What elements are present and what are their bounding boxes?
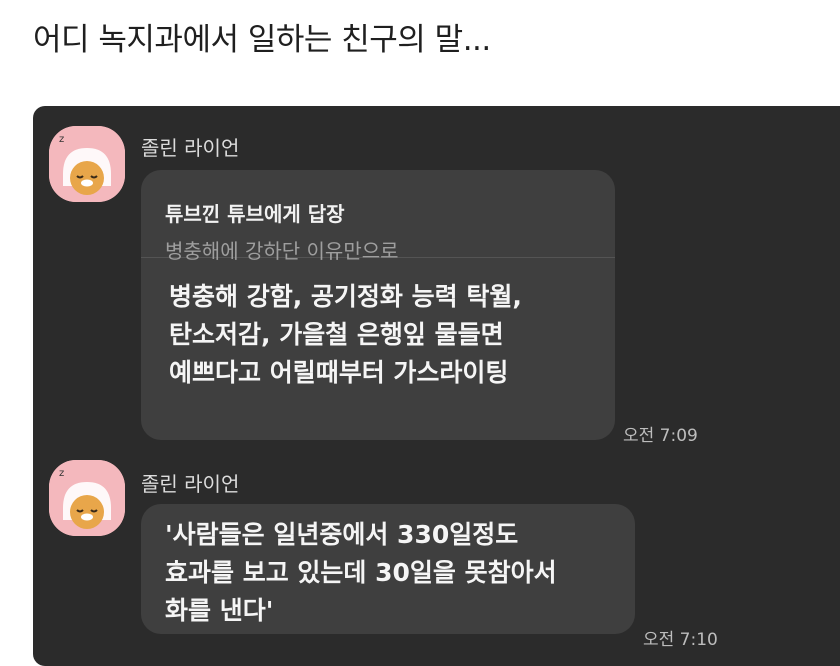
post-title: 어디 녹지과에서 일하는 친구의 말... — [33, 22, 491, 58]
message-time: 오전 7:09 — [623, 426, 698, 446]
message-line: '사람들은 일년중에서 330일정도 — [165, 520, 519, 549]
svg-text:z: z — [59, 468, 64, 479]
sender-avatar[interactable]: z — [49, 126, 125, 202]
message-bubble-1[interactable]: 튜브낀 튜브에게 답장 병충해에 강하단 이유만으로 병충해 강함, 공기정화 … — [141, 170, 615, 440]
reply-header: 튜브낀 튜브에게 답장 병충해에 강하단 이유만으로 — [141, 170, 615, 263]
reply-to-label: 튜브낀 튜브에게 답장 — [165, 202, 345, 226]
sender-name: 졸린 라이언 — [141, 136, 240, 160]
message-line: 병충해 강함, 공기정화 능력 탁월, — [169, 282, 522, 311]
message-line: 탄소저감, 가을철 은행잎 물들면 — [169, 320, 504, 349]
svg-text:z: z — [59, 134, 64, 145]
message-line: 효과를 보고 있는데 30일을 못참아서 — [165, 558, 557, 587]
sender-name: 졸린 라이언 — [141, 472, 240, 496]
sleeping-ryan-icon: z — [49, 460, 125, 536]
message-time: 오전 7:10 — [643, 630, 718, 650]
sleeping-ryan-icon: z — [49, 126, 125, 202]
message-line: 화를 낸다' — [165, 596, 274, 625]
message-text: 병충해 강함, 공기정화 능력 탁월, 탄소저감, 가을철 은행잎 물들면 예쁘… — [141, 258, 615, 392]
chat-panel: z 졸린 라이언 튜브낀 튜브에게 답장 병충해에 강하단 이유만으로 병충해 … — [33, 106, 840, 666]
sender-avatar[interactable]: z — [49, 460, 125, 536]
message-line: 예쁘다고 어릴때부터 가스라이팅 — [169, 358, 509, 387]
message-bubble-2[interactable]: '사람들은 일년중에서 330일정도 효과를 보고 있는데 30일을 못참아서 … — [141, 504, 635, 634]
message-text: '사람들은 일년중에서 330일정도 효과를 보고 있는데 30일을 못참아서 … — [141, 504, 635, 630]
